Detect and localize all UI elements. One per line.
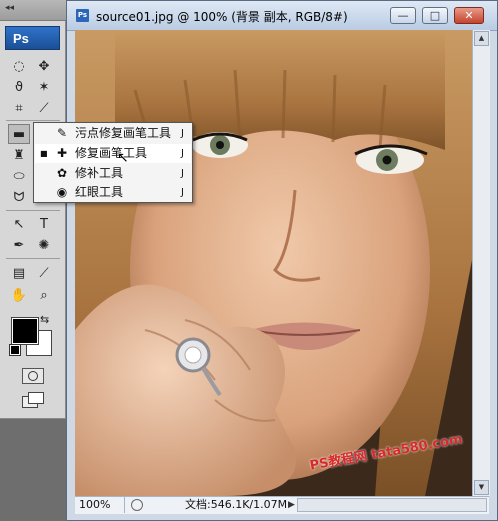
- scroll-down-icon[interactable]: ▼: [474, 480, 489, 495]
- lasso-tool-icon[interactable]: ϑ: [8, 77, 30, 97]
- vertical-scrollbar[interactable]: ▲ ▼: [472, 30, 490, 496]
- flyout-item-label: 红眼工具: [75, 185, 124, 199]
- toolbox-panel: ◂◂ Ps ◌ ✥ ϑ ✶ ⌗ ⟋ ▬ ♜ ⬭ ᗢ ↖ T ✒ ✺ ▤ ⟋ ✋ …: [0, 0, 66, 419]
- document-titlebar[interactable]: Ps source01.jpg @ 100% (背景 副本, RGB/8#) —…: [67, 1, 497, 31]
- status-bar: 100% 文档:546.1K/1.07M ▶: [75, 496, 489, 514]
- healing-brush-icon: ✚: [56, 146, 68, 160]
- notes-tool-icon[interactable]: ▤: [8, 263, 30, 283]
- eraser-tool-icon[interactable]: ⬭: [8, 166, 30, 186]
- flyout-item-shortcut: J: [181, 187, 184, 198]
- screen-mode-button[interactable]: [22, 392, 46, 408]
- collapse-icon[interactable]: ◂◂: [5, 3, 14, 13]
- custom-shape-tool-icon[interactable]: ✺: [33, 235, 55, 255]
- clone-stamp-tool-icon[interactable]: ♜: [8, 145, 30, 165]
- flyout-selected-marker: ■: [40, 149, 48, 158]
- portrait-image: [75, 30, 472, 496]
- blur-tool-icon[interactable]: ᗢ: [8, 187, 30, 207]
- flyout-item-shortcut: J: [181, 148, 184, 159]
- hand-tool-icon[interactable]: ✋: [8, 285, 30, 305]
- flyout-item-red-eye[interactable]: ◉ 红眼工具 J: [35, 183, 191, 202]
- minimize-button[interactable]: —: [390, 7, 416, 24]
- swap-colors-icon[interactable]: ⇆: [40, 313, 49, 326]
- toolbox-header[interactable]: ◂◂: [0, 0, 66, 21]
- move-tool-icon[interactable]: ✥: [33, 56, 55, 76]
- flyout-item-label: 修补工具: [75, 166, 124, 180]
- spot-healing-brush-icon: ✎: [56, 126, 68, 140]
- healing-brush-tool-icon[interactable]: ▬: [8, 124, 30, 144]
- healing-tools-flyout: ✎ 污点修复画笔工具 J ■ ✚ 修复画笔工具 J ✿ 修补工具 J ◉ 红眼工…: [33, 122, 193, 203]
- quick-mask-button[interactable]: [22, 368, 44, 384]
- document-size-info: 文档:546.1K/1.07M: [185, 498, 288, 511]
- document-title: source01.jpg @ 100% (背景 副本, RGB/8#): [96, 10, 348, 24]
- patch-icon: ✿: [56, 166, 68, 180]
- mouse-cursor-icon: ↖: [117, 150, 129, 166]
- image-canvas[interactable]: [75, 30, 472, 496]
- status-info-icon[interactable]: [131, 499, 143, 511]
- flyout-item-label: 修复画笔工具: [75, 146, 148, 160]
- flyout-item-healing-brush[interactable]: ■ ✚ 修复画笔工具 J: [35, 144, 191, 163]
- flyout-item-label: 污点修复画笔工具: [75, 126, 172, 140]
- red-eye-icon: ◉: [56, 185, 68, 199]
- crop-tool-icon[interactable]: ⌗: [8, 98, 30, 118]
- photoshop-document-icon: Ps: [76, 9, 89, 22]
- default-colors-icon[interactable]: [9, 344, 21, 356]
- toolbox-divider: [6, 120, 60, 121]
- toolbox-divider: [6, 258, 60, 259]
- zoom-tool-icon[interactable]: ⌕: [33, 285, 55, 305]
- horizontal-scrollbar[interactable]: [297, 498, 487, 512]
- flyout-item-shortcut: J: [181, 168, 184, 179]
- pen-tool-icon[interactable]: ✒: [8, 235, 30, 255]
- status-menu-arrow-icon[interactable]: ▶: [288, 497, 295, 513]
- eyedropper-tool-icon[interactable]: ⟋: [33, 263, 55, 283]
- flyout-item-patch[interactable]: ✿ 修补工具 J: [35, 164, 191, 183]
- flyout-item-spot-healing-brush[interactable]: ✎ 污点修复画笔工具 J: [35, 124, 191, 143]
- screen-mode-front-icon: [28, 392, 44, 404]
- type-tool-icon[interactable]: T: [33, 214, 55, 234]
- toolbox-divider: [6, 210, 60, 211]
- maximize-button[interactable]: □: [422, 7, 448, 24]
- slice-tool-icon[interactable]: ⟋: [33, 98, 55, 118]
- path-selection-tool-icon[interactable]: ↖: [8, 214, 30, 234]
- magic-wand-tool-icon[interactable]: ✶: [33, 77, 55, 97]
- marquee-tool-icon[interactable]: ◌: [8, 56, 30, 76]
- scroll-up-icon[interactable]: ▲: [474, 31, 489, 46]
- photoshop-logo[interactable]: Ps: [5, 26, 60, 50]
- foreground-color-swatch[interactable]: [11, 317, 39, 345]
- zoom-level-field[interactable]: 100%: [75, 497, 125, 513]
- flyout-item-shortcut: J: [181, 128, 184, 139]
- close-button[interactable]: ✕: [454, 7, 484, 24]
